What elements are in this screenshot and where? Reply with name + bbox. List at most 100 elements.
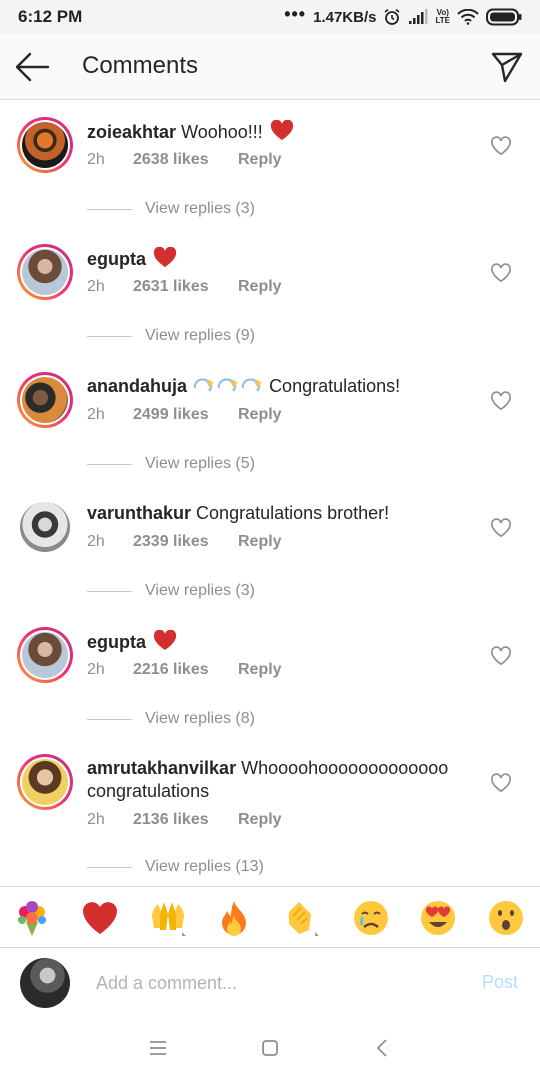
divider — [87, 590, 132, 592]
share-button[interactable] — [490, 50, 524, 84]
comment-time: 2h — [87, 661, 105, 678]
comment-time: 2h — [87, 406, 105, 423]
view-replies-button[interactable]: View replies (5) — [87, 455, 255, 473]
view-replies-button[interactable]: View replies (8) — [87, 710, 255, 728]
view-replies-label: View replies (5) — [145, 455, 255, 472]
comment-likes[interactable]: 2339 likes — [133, 533, 238, 551]
divider — [87, 718, 132, 720]
view-replies-button[interactable]: View replies (3) — [87, 200, 255, 218]
comment-username[interactable]: egupta — [87, 249, 146, 269]
back-chevron-icon[interactable] — [371, 1036, 395, 1060]
comment-meta: 2h 2638 likes Reply — [87, 151, 282, 169]
astonished-face-icon[interactable] — [486, 898, 526, 938]
comment-text: varunthakur Congratulations brother! — [87, 502, 467, 525]
reply-button[interactable]: Reply — [238, 533, 282, 551]
post-button[interactable]: Post — [482, 972, 518, 993]
dizzy-icon — [217, 378, 239, 392]
status-icons: ••• 1.47KB/s Vo) LTE — [284, 4, 522, 26]
dizzy-icon — [241, 378, 263, 392]
comment-username[interactable]: egupta — [87, 632, 146, 652]
comment-text: egupta — [87, 247, 467, 271]
comments-list: zoieakhtar Woohoo!!! 2h 2638 likes Reply… — [0, 101, 540, 886]
comment-likes[interactable]: 2136 likes — [133, 811, 238, 829]
comment-username[interactable]: amrutakhanvilkar — [87, 758, 236, 778]
current-user-avatar — [20, 958, 70, 1008]
reply-button[interactable]: Reply — [238, 278, 282, 296]
comment-body: Congratulations brother! — [196, 503, 390, 523]
view-replies-button[interactable]: View replies (3) — [87, 582, 255, 600]
comment-meta: 2h 2631 likes Reply — [87, 278, 282, 296]
comment-username[interactable]: varunthakur — [87, 503, 191, 523]
signal-icon — [408, 9, 428, 25]
avatar[interactable] — [17, 754, 73, 810]
home-square-icon[interactable] — [258, 1036, 282, 1060]
menu-icon[interactable] — [146, 1036, 170, 1060]
reply-button[interactable]: Reply — [238, 811, 282, 829]
comment-time: 2h — [87, 811, 105, 828]
system-nav-bar — [0, 1018, 540, 1080]
like-heart-icon[interactable] — [490, 646, 512, 666]
comment-input[interactable] — [96, 970, 436, 996]
comment-likes[interactable]: 2638 likes — [133, 151, 238, 169]
comment-text: amrutakhanvilkar Whoooohooooooooooooo co… — [87, 757, 467, 803]
view-replies-button[interactable]: View replies (9) — [87, 327, 255, 345]
comment-text: zoieakhtar Woohoo!!! — [87, 120, 467, 144]
like-heart-icon[interactable] — [490, 391, 512, 411]
comment-likes[interactable]: 2499 likes — [133, 406, 238, 424]
header: Comments — [0, 34, 540, 100]
volte-bottom-text: LTE — [435, 16, 450, 25]
comment-meta: 2h 2136 likes Reply — [87, 811, 282, 829]
view-replies-label: View replies (3) — [145, 200, 255, 217]
avatar[interactable] — [17, 372, 73, 428]
comment-meta: 2h 2339 likes Reply — [87, 533, 282, 551]
view-replies-label: View replies (3) — [145, 582, 255, 599]
comment-username[interactable]: anandahuja — [87, 376, 187, 396]
like-heart-icon[interactable] — [490, 263, 512, 283]
reply-button[interactable]: Reply — [238, 151, 282, 169]
avatar[interactable] — [17, 244, 73, 300]
paper-plane-icon — [491, 52, 523, 83]
crying-face-icon[interactable] — [351, 898, 391, 938]
comment-time: 2h — [87, 533, 105, 550]
view-replies-label: View replies (9) — [145, 327, 255, 344]
reply-button[interactable]: Reply — [238, 406, 282, 424]
avatar[interactable] — [17, 627, 73, 683]
comment-text: egupta — [87, 630, 467, 654]
comment-body: Woohoo!!! — [181, 122, 263, 142]
battery-icon — [486, 8, 522, 26]
clapping-hands-icon[interactable] — [281, 898, 321, 938]
divider — [87, 463, 132, 465]
divider — [87, 866, 132, 868]
like-heart-icon[interactable] — [490, 773, 512, 793]
divider — [87, 208, 132, 210]
back-button[interactable] — [14, 50, 50, 84]
like-heart-icon[interactable] — [490, 518, 512, 538]
red-heart-icon — [270, 120, 293, 140]
wifi-icon — [457, 9, 479, 25]
heart-eyes-icon[interactable] — [418, 898, 458, 938]
like-heart-icon[interactable] — [490, 136, 512, 156]
alarm-icon — [383, 8, 401, 26]
bouquet-icon[interactable] — [12, 898, 52, 938]
view-replies-label: View replies (13) — [145, 858, 264, 875]
comment-time: 2h — [87, 278, 105, 295]
red-heart-icon — [153, 247, 177, 267]
volte-icon: Vo) LTE — [435, 9, 450, 25]
reply-button[interactable]: Reply — [238, 661, 282, 679]
fire-icon[interactable] — [214, 898, 254, 938]
comment-likes[interactable]: 2631 likes — [133, 278, 238, 296]
comment-username[interactable]: zoieakhtar — [87, 122, 176, 142]
comment-composer: Post — [0, 948, 540, 1018]
raising-hands-icon[interactable] — [148, 898, 188, 938]
comment-likes[interactable]: 2216 likes — [133, 661, 238, 679]
comment-text: anandahuja Congratulations! — [87, 375, 467, 398]
view-replies-label: View replies (8) — [145, 710, 255, 727]
comment-meta: 2h 2216 likes Reply — [87, 661, 282, 679]
view-replies-button[interactable]: View replies (13) — [87, 858, 264, 876]
avatar[interactable] — [17, 117, 73, 173]
avatar[interactable] — [17, 499, 73, 555]
network-speed: 1.47KB/s — [313, 8, 377, 26]
red-heart-icon[interactable] — [80, 898, 120, 938]
comment-time: 2h — [87, 151, 105, 168]
status-time: 6:12 PM — [18, 7, 83, 26]
